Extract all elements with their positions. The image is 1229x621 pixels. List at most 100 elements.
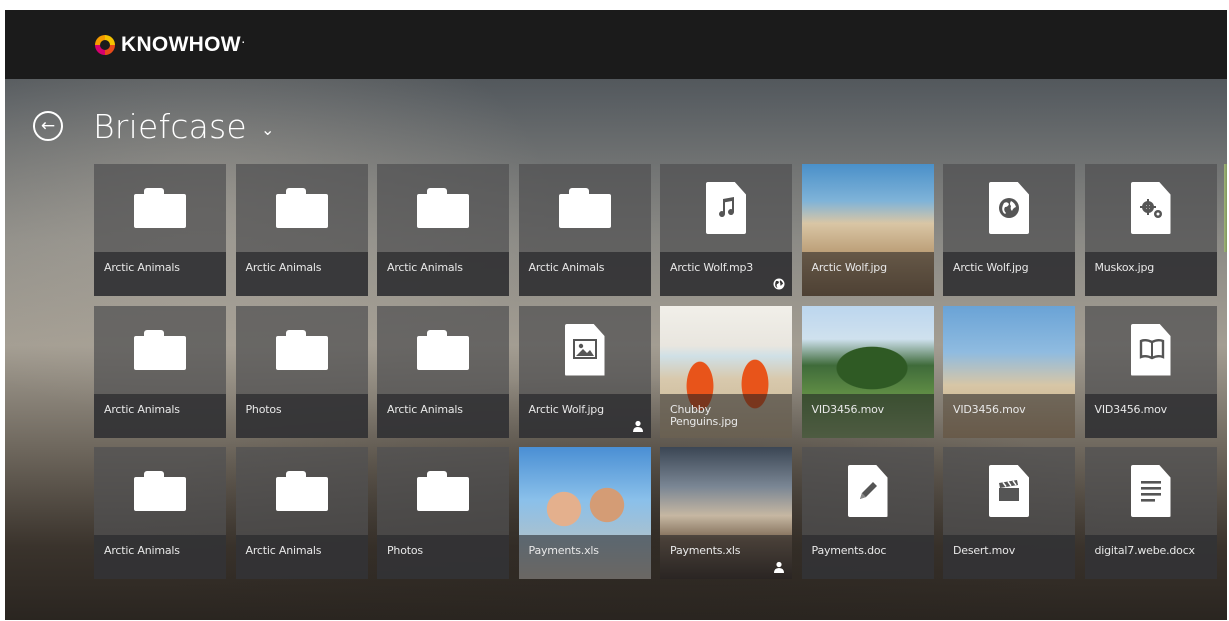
file-tile[interactable]: Arctic Animals [377, 305, 509, 438]
tile-label-bar: Arctic Animals [377, 393, 509, 438]
tile-label-bar: Desert.mov [943, 535, 1075, 579]
tile-label: Muskox.jpg [1094, 261, 1155, 274]
folder-icon [236, 164, 368, 252]
lines-file-icon [1085, 447, 1217, 535]
tile-label: Photos [245, 402, 282, 416]
tile-label: Payments.xls [528, 544, 599, 557]
file-tile[interactable]: Arctic Animals [94, 164, 226, 296]
tile-label-bar: Muskox.jpg [1084, 252, 1217, 296]
logo-text: KNOWHOW [121, 33, 241, 56]
tile-label-bar: Arctic Animals [377, 252, 509, 296]
knowhow-logo[interactable]: KNOWHOW . [95, 31, 245, 59]
tile-label: Arctic Animals [387, 261, 463, 274]
file-grid: Arctic Animals Arctic Animals Arctic Anima… [94, 164, 1217, 579]
top-bar: KNOWHOW . [5, 10, 1227, 79]
tile-label: Payments.xls [670, 544, 741, 557]
tile-label-bar: Photos [377, 535, 509, 579]
tile-label-bar: Payments.doc [801, 535, 934, 579]
music-file-icon [660, 164, 792, 252]
tile-label-bar: Arctic Animals [94, 252, 226, 296]
tile-label: Arctic Wolf.jpg [528, 402, 605, 416]
tile-label-bar: Arctic Wolf.mp3 [660, 252, 792, 296]
file-tile[interactable]: VID3456.mov [943, 305, 1075, 438]
tile-label-bar: Arctic Animals [235, 535, 368, 579]
folder-icon [519, 164, 651, 252]
file-tile[interactable]: Arctic Animals [235, 447, 368, 579]
tile-label-bar: Payments.xls [518, 535, 651, 579]
file-tile[interactable]: Arctic Animals [94, 305, 226, 438]
back-arrow-icon: ← [40, 115, 56, 136]
file-tile[interactable]: Payments.xls [518, 447, 651, 579]
file-tile[interactable]: Desert.mov [943, 447, 1075, 579]
tile-label-bar: Arctic Animals [235, 252, 368, 296]
page-header: ← Briefcase ⌄ [33, 106, 274, 146]
folder-icon [236, 306, 368, 394]
offscreen-tile-peek[interactable] [1224, 164, 1227, 252]
globe-badge-icon [772, 277, 786, 291]
tile-label: Arctic Wolf.mp3 [670, 261, 754, 274]
tile-label-bar: Arctic Animals [94, 535, 226, 579]
file-tile[interactable]: Arctic Animals [94, 447, 226, 579]
gears-file-icon [1085, 164, 1217, 252]
tile-label: Arctic Animals [387, 402, 463, 416]
tile-label: VID3456.mov [953, 402, 1026, 416]
tile-label: Arctic Wolf.jpg [811, 261, 888, 274]
shared-person-icon [772, 560, 786, 574]
book-file-icon [1085, 306, 1217, 394]
file-tile[interactable]: Arctic Wolf.jpg [943, 164, 1075, 296]
folder-icon [94, 306, 226, 394]
file-tile[interactable]: Payments.doc [801, 447, 934, 579]
file-tile[interactable]: Payments.xls [660, 447, 792, 579]
logo-trademark: . [241, 34, 246, 46]
globe-file-icon [943, 164, 1075, 252]
tile-label: VID3456.mov [811, 402, 885, 416]
tile-label-bar: Arctic Wolf.jpg [943, 252, 1075, 296]
file-tile[interactable]: Arctic Animals [235, 164, 368, 296]
tile-label: Payments.doc [811, 544, 887, 557]
tile-label: Chubby Penguins.jpg [670, 402, 738, 428]
file-tile[interactable]: digital7.webe.docx [1084, 447, 1217, 579]
tile-label-bar: Payments.xls [660, 535, 792, 579]
tile-label-bar: VID3456.mov [801, 393, 934, 438]
tile-label: VID3456.mov [1094, 402, 1168, 416]
tile-label: Arctic Wolf.jpg [953, 261, 1029, 274]
folder-icon [377, 164, 509, 252]
file-tile[interactable]: Chubby Penguins.jpg [660, 305, 792, 438]
file-tile[interactable]: Arctic Wolf.mp3 [660, 164, 792, 296]
tile-label: digital7.webe.docx [1094, 544, 1196, 557]
file-tile[interactable]: Arctic Wolf.jpg [518, 305, 651, 438]
tile-label: Arctic Animals [528, 261, 605, 274]
pencil-file-icon [802, 447, 934, 535]
folder-icon [94, 164, 226, 252]
back-button[interactable]: ← [33, 111, 63, 141]
file-tile[interactable]: Muskox.jpg [1084, 164, 1217, 296]
file-tile[interactable]: Arctic Wolf.jpg [801, 164, 934, 296]
chevron-down-icon[interactable]: ⌄ [261, 120, 274, 139]
file-tile[interactable]: Photos [377, 447, 509, 579]
app-window: KNOWHOW . ← Briefcase ⌄ Arctic Animals Ar… [5, 10, 1227, 620]
clapper-file-icon [943, 447, 1075, 535]
tile-label-bar: VID3456.mov [1084, 393, 1217, 438]
tile-label: Arctic Animals [245, 544, 322, 557]
logo-ring-icon [95, 35, 115, 55]
tile-label-bar: Arctic Animals [518, 252, 651, 296]
tile-label: Photos [387, 544, 423, 557]
folder-icon [377, 306, 509, 394]
tile-label-bar: Arctic Animals [94, 393, 226, 438]
file-tile[interactable]: VID3456.mov [801, 305, 934, 438]
folder-icon [236, 447, 368, 535]
tile-label-bar: VID3456.mov [943, 393, 1075, 438]
tile-label-bar: digital7.webe.docx [1084, 535, 1217, 579]
tile-label: Arctic Animals [104, 544, 180, 557]
file-tile[interactable]: VID3456.mov [1084, 305, 1217, 438]
tile-label: Arctic Animals [104, 261, 180, 274]
file-tile[interactable]: Arctic Animals [518, 164, 651, 296]
tile-label-bar: Photos [235, 393, 368, 438]
folder-icon [94, 447, 226, 535]
file-tile[interactable]: Arctic Animals [377, 164, 509, 296]
folder-icon [377, 447, 509, 535]
image-file-icon [519, 306, 651, 394]
tile-label: Arctic Animals [104, 402, 180, 416]
file-tile[interactable]: Photos [235, 305, 368, 438]
tile-label-bar: Arctic Wolf.jpg [518, 393, 651, 438]
